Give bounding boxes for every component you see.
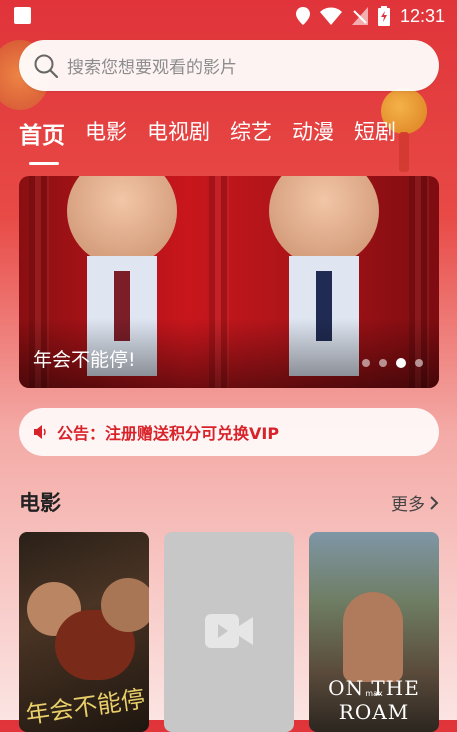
more-button[interactable]: 更多 [391,490,439,515]
clock: 12:31 [399,5,445,26]
banner-title: 年会不能停! [33,349,136,371]
section-title-movies: 电影 [19,491,61,515]
search-icon [34,54,59,78]
tab-variety[interactable]: 综艺 [230,116,272,150]
tab-tv[interactable]: 电视剧 [147,116,210,150]
movie-poster-placeholder[interactable] [164,532,294,732]
banner-dot[interactable] [379,359,387,367]
poster-title: ON THE ROAM [328,676,420,724]
banner-face-right [269,176,379,266]
banner-pagination [362,358,423,368]
poster-figure [101,578,149,632]
tab-short-drama[interactable]: 短剧 [354,116,396,150]
more-label: 更多 [391,495,425,515]
movie-poster[interactable]: 年会不能停 [19,532,149,732]
banner-dot-active[interactable] [396,358,406,368]
banner-dot[interactable] [415,359,423,367]
video-camera-icon [205,614,253,648]
movie-poster[interactable]: max ON THE ROAM [309,532,439,732]
speaker-icon [34,425,46,439]
tab-home[interactable]: 首页 [19,116,65,165]
featured-banner[interactable]: 年会不能停! [19,176,439,388]
search-input[interactable]: 搜索您想要观看的影片 [67,53,237,78]
banner-face-left [67,176,177,266]
category-tabs: 首页 电影 电视剧 综艺 动漫 短剧 [19,116,416,165]
chevron-right-icon [430,495,439,510]
search-bar[interactable]: 搜索您想要观看的影片 [19,40,439,91]
announcement-bar[interactable]: 公告：注册赠送积分可兑换VIP [19,408,439,456]
tab-anime[interactable]: 动漫 [292,116,334,150]
signal-icon [351,7,368,25]
battery-icon [377,6,390,26]
poster-figure [343,592,403,682]
movie-list: 年会不能停 max ON THE ROAM [19,532,439,732]
location-icon [295,7,310,25]
poster-title-art: 年会不能停 [23,684,147,730]
notification-icon [14,7,31,24]
announcement-text: 公告：注册赠送积分可兑换VIP [57,424,280,443]
wifi-icon [319,7,342,25]
status-bar: 12:31 [0,0,457,32]
tab-movies[interactable]: 电影 [85,116,127,150]
banner-dot[interactable] [362,359,370,367]
